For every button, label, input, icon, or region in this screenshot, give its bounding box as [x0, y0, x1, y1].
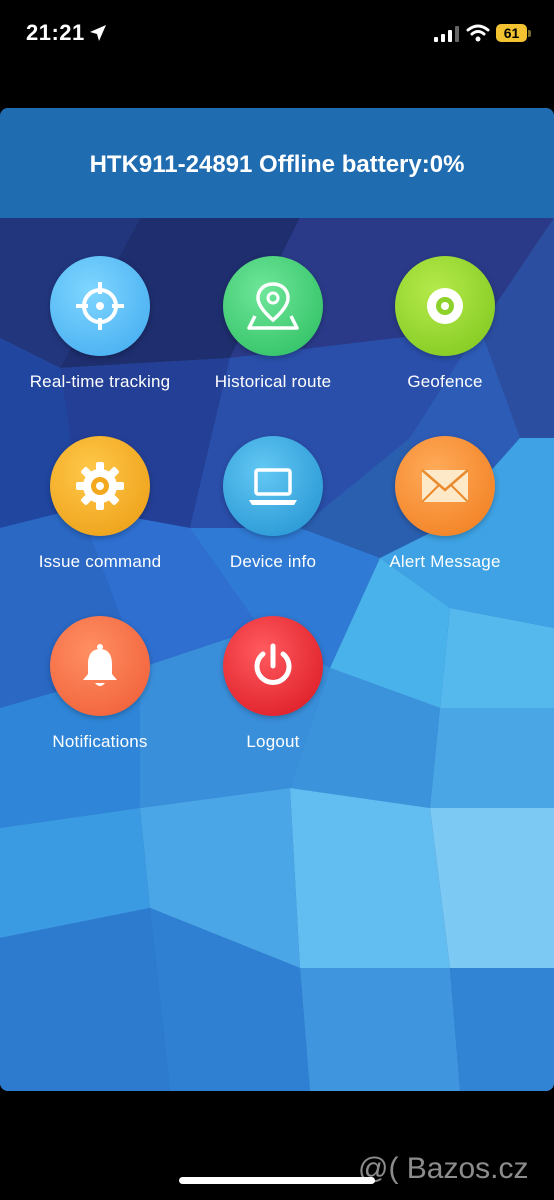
power-icon	[223, 616, 323, 716]
battery-icon: 61	[496, 24, 532, 44]
status-bar: 21:21 61	[0, 0, 554, 70]
target-disc-icon	[395, 256, 495, 356]
logout-label: Logout	[246, 732, 300, 751]
wifi-icon	[466, 24, 490, 42]
alert-message-label: Alert Message	[389, 552, 501, 571]
map-pin-icon	[223, 256, 323, 356]
bell-icon	[50, 616, 150, 716]
issue-command-button[interactable]: Issue command	[8, 436, 192, 586]
notifications-label: Notifications	[52, 732, 148, 751]
real-time-tracking-label: Real-time tracking	[29, 372, 171, 391]
app-screen: HTK911-24891 Offline battery:0% Real-tim…	[0, 108, 554, 1091]
issue-command-label: Issue command	[38, 552, 162, 571]
device-status-title: HTK911-24891 Offline battery:0%	[89, 151, 465, 178]
geofence-label: Geofence	[407, 372, 483, 391]
location-arrow-icon	[90, 25, 106, 41]
gear-icon	[50, 436, 150, 536]
device-info-label: Device info	[229, 552, 317, 571]
device-info-button[interactable]: Device info	[181, 436, 365, 586]
status-time: 21:21	[26, 20, 85, 45]
historical-route-button[interactable]: Historical route	[181, 256, 365, 406]
envelope-icon	[395, 436, 495, 536]
notifications-button[interactable]: Notifications	[8, 616, 192, 766]
real-time-tracking-button[interactable]: Real-time tracking	[8, 256, 192, 406]
alert-message-button[interactable]: Alert Message	[353, 436, 537, 586]
app-header: HTK911-24891 Offline battery:0%	[0, 108, 554, 218]
geofence-button[interactable]: Geofence	[353, 256, 537, 406]
cellular-signal-icon	[434, 26, 459, 42]
logout-button[interactable]: Logout	[181, 616, 365, 766]
crosshair-icon	[50, 256, 150, 356]
historical-route-label: Historical route	[214, 372, 332, 391]
home-indicator[interactable]	[179, 1177, 375, 1184]
battery-level: 61	[496, 24, 527, 42]
laptop-icon	[223, 436, 323, 536]
watermark-text: @( Bazos.cz	[358, 1152, 529, 1185]
